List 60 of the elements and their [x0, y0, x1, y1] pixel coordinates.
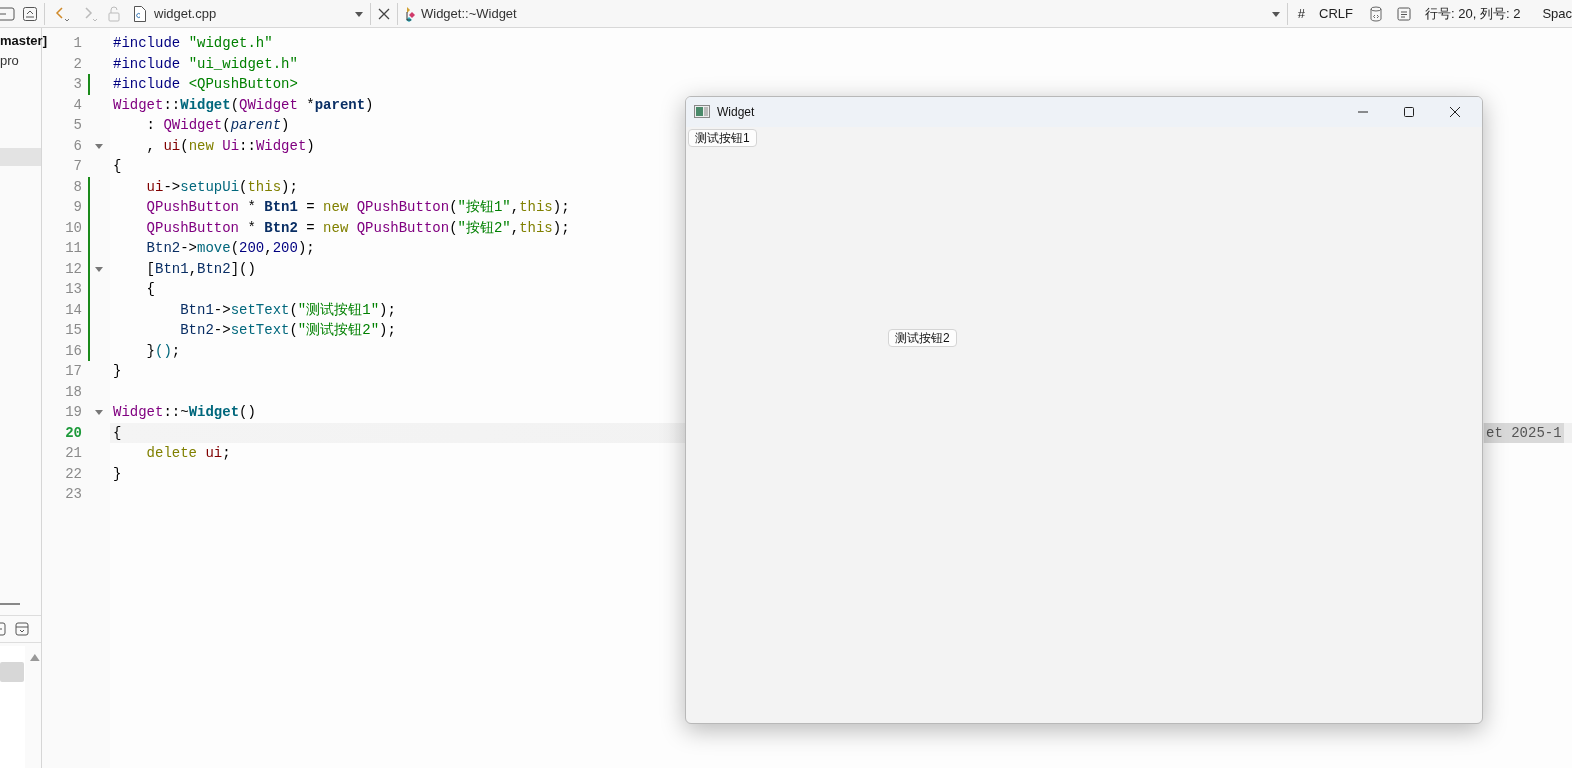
code-line: ui->setupUi(this); — [145, 178, 298, 195]
collapse-icon[interactable] — [0, 5, 16, 22]
line-number: 2 — [72, 54, 83, 74]
sidebar-item[interactable]: pro — [0, 51, 19, 71]
code-line: } — [113, 363, 122, 379]
line-number: 23 — [64, 485, 83, 504]
line-number: 19 — [42, 402, 108, 423]
line-number: 6 — [42, 135, 108, 156]
selected-row — [0, 148, 41, 166]
push-button[interactable]: 测试按钮2 — [888, 329, 957, 347]
sidebar-item[interactable]: master] — [0, 31, 47, 51]
code-line: QPushButton * Btn2 = new QPushButton("按钮2",this); — [145, 219, 570, 236]
indent-selector[interactable]: Spac — [1542, 3, 1572, 24]
code-line: { — [145, 281, 155, 297]
close-icon[interactable] — [376, 6, 391, 21]
expand-icon[interactable] — [22, 5, 38, 22]
line-number: 5 — [72, 116, 83, 135]
window-title: Widget — [717, 104, 755, 121]
back-icon[interactable] — [53, 4, 71, 23]
app-icon — [694, 105, 710, 119]
line-ending-selector[interactable]: CRLF — [1319, 3, 1353, 24]
expand-icon[interactable] — [15, 622, 29, 636]
line-number: 20 — [64, 423, 83, 443]
code-line: : QWidget(parent) — [145, 117, 290, 133]
dropdown-caret-icon[interactable] — [1270, 9, 1281, 18]
line-number: 17 — [64, 362, 83, 381]
blame-annotation: et 2025-1 — [1484, 422, 1564, 443]
file-selector[interactable]: widget.cpp — [154, 3, 354, 24]
code-line: { — [113, 158, 122, 174]
code-line: Widget::Widget(QWidget *parent) — [113, 96, 374, 113]
file-icon — [133, 4, 147, 23]
line-number: 4 — [72, 95, 83, 115]
code-line: Btn2->move(200,200); — [145, 240, 315, 256]
hash-label: # — [1297, 4, 1306, 23]
code-line: } — [113, 465, 122, 482]
code-line: #include <QPushButton> — [113, 76, 298, 92]
line-number: 7 — [72, 157, 83, 176]
code-line: #include "widget.h" — [113, 35, 273, 51]
lock-icon — [107, 5, 121, 22]
code-line: QPushButton * Btn1 = new QPushButton("按钮1",this); — [145, 199, 570, 215]
code-line: [Btn1,Btn2]() — [145, 260, 256, 277]
code-line: { — [113, 424, 122, 441]
dropdown-caret-icon[interactable] — [353, 9, 364, 18]
line-number: 21 — [64, 444, 83, 463]
scroll-up-icon[interactable] — [29, 652, 41, 662]
symbol-selector[interactable]: Widget::~Widget — [420, 3, 1271, 24]
database-icon[interactable] — [1369, 5, 1383, 22]
push-button[interactable]: 测试按钮1 — [688, 129, 757, 147]
code-line: #include "ui_widget.h" — [113, 55, 298, 72]
code-line: Btn1->setText("测试按钮1"); — [179, 301, 396, 318]
code-line: Widget::~Widget() — [113, 404, 256, 420]
code-line: delete ui; — [145, 445, 231, 461]
cursor-position[interactable]: 行号: 20, 列号: 2 — [1425, 3, 1521, 24]
code-line: , ui(new Ui::Widget) — [145, 137, 315, 154]
code-line: Btn2->setText("测试按钮2"); — [179, 322, 396, 338]
line-number: 22 — [64, 464, 83, 484]
resize-handle[interactable] — [0, 603, 20, 605]
code-line: }(); — [145, 342, 181, 359]
line-number: 18 — [64, 382, 83, 402]
document-icon[interactable] — [1397, 6, 1411, 21]
